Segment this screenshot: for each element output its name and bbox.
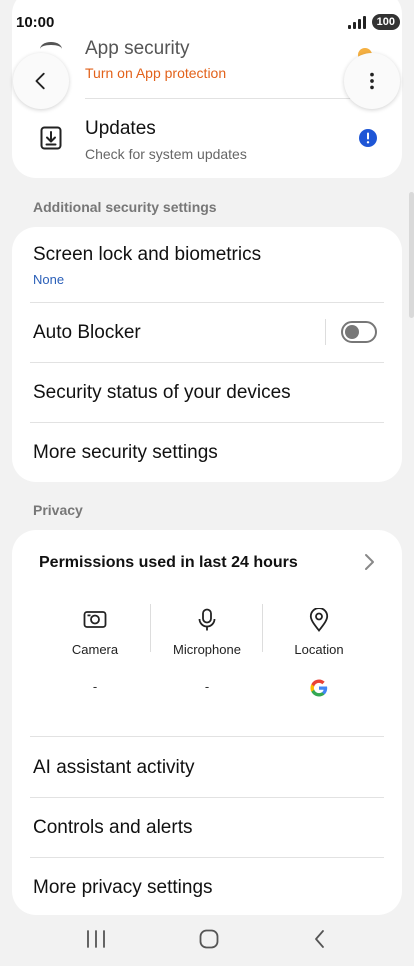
divider (85, 98, 377, 99)
location-label: Location (294, 642, 344, 657)
battery-indicator: 100 (371, 14, 400, 30)
camera-value: - (92, 679, 98, 694)
divider (30, 736, 384, 737)
signal-icon (347, 15, 366, 29)
scrollbar[interactable] (409, 192, 414, 318)
divider (30, 362, 384, 363)
divider (30, 422, 384, 423)
more-privacy-title: More privacy settings (33, 877, 213, 898)
permission-location[interactable]: Location (263, 608, 375, 697)
screen-lock-title: Screen lock and biometrics (33, 244, 262, 265)
location-value (263, 679, 375, 697)
updates-title: Updates (85, 118, 156, 139)
auto-blocker-row[interactable]: Auto Blocker (33, 322, 141, 344)
permissions-title[interactable]: Permissions used in last 24 hours (39, 554, 298, 572)
additional-security-card: Screen lock and biometrics None Auto Blo… (12, 227, 402, 482)
controls-alerts-title: Controls and alerts (33, 817, 193, 838)
permission-camera[interactable]: Camera - (39, 608, 151, 697)
more-options-button[interactable] (344, 53, 400, 109)
nav-back-icon[interactable] (311, 929, 329, 949)
more-security-title: More security settings (33, 442, 218, 463)
location-icon (309, 608, 329, 632)
chevron-left-icon (35, 72, 45, 90)
navigation-bar (0, 912, 414, 966)
microphone-icon (198, 608, 216, 631)
divider (30, 857, 384, 858)
ai-activity-row[interactable]: AI assistant activity (33, 757, 195, 779)
permission-microphone[interactable]: Microphone - (151, 608, 263, 697)
ai-activity-title: AI assistant activity (33, 757, 195, 778)
recent-apps-icon[interactable] (85, 929, 107, 949)
device-status-row[interactable]: Security status of your devices (33, 382, 291, 404)
section-label-additional: Additional security settings (33, 199, 217, 215)
microphone-label: Microphone (173, 642, 241, 657)
microphone-value: - (204, 679, 210, 694)
camera-label: Camera (71, 642, 119, 657)
auto-blocker-toggle[interactable] (341, 321, 377, 343)
alert-badge-icon (359, 129, 377, 147)
status-icons: 100 (347, 14, 400, 30)
privacy-card: Permissions used in last 24 hours Camera… (12, 530, 402, 915)
divider (30, 302, 384, 303)
updates-subtitle: Check for system updates (85, 146, 247, 162)
section-label-privacy: Privacy (33, 502, 83, 518)
app-security-subtitle: Turn on App protection (85, 65, 227, 81)
status-time: 10:00 (16, 13, 55, 31)
home-icon[interactable] (198, 928, 220, 950)
auto-blocker-title: Auto Blocker (33, 322, 141, 343)
more-privacy-row[interactable]: More privacy settings (33, 877, 213, 899)
app-security-row[interactable]: App security Turn on App protection (85, 38, 226, 81)
toggle-knob (345, 325, 359, 339)
controls-alerts-row[interactable]: Controls and alerts (33, 817, 192, 839)
device-status-title: Security status of your devices (33, 382, 291, 403)
divider (30, 797, 384, 798)
update-download-icon (40, 126, 62, 150)
camera-cutout (193, 9, 221, 37)
more-security-row[interactable]: More security settings (33, 442, 218, 464)
toggle-separator (325, 319, 326, 345)
screen-lock-value: None (33, 272, 65, 287)
chevron-right-icon[interactable] (361, 552, 377, 572)
back-button[interactable] (13, 53, 69, 109)
more-vertical-icon (370, 72, 374, 90)
google-logo-icon (310, 679, 328, 697)
updates-row[interactable]: Updates Check for system updates (85, 118, 247, 162)
screen-lock-row[interactable]: Screen lock and biometrics None (33, 244, 261, 287)
camera-icon (83, 611, 107, 628)
